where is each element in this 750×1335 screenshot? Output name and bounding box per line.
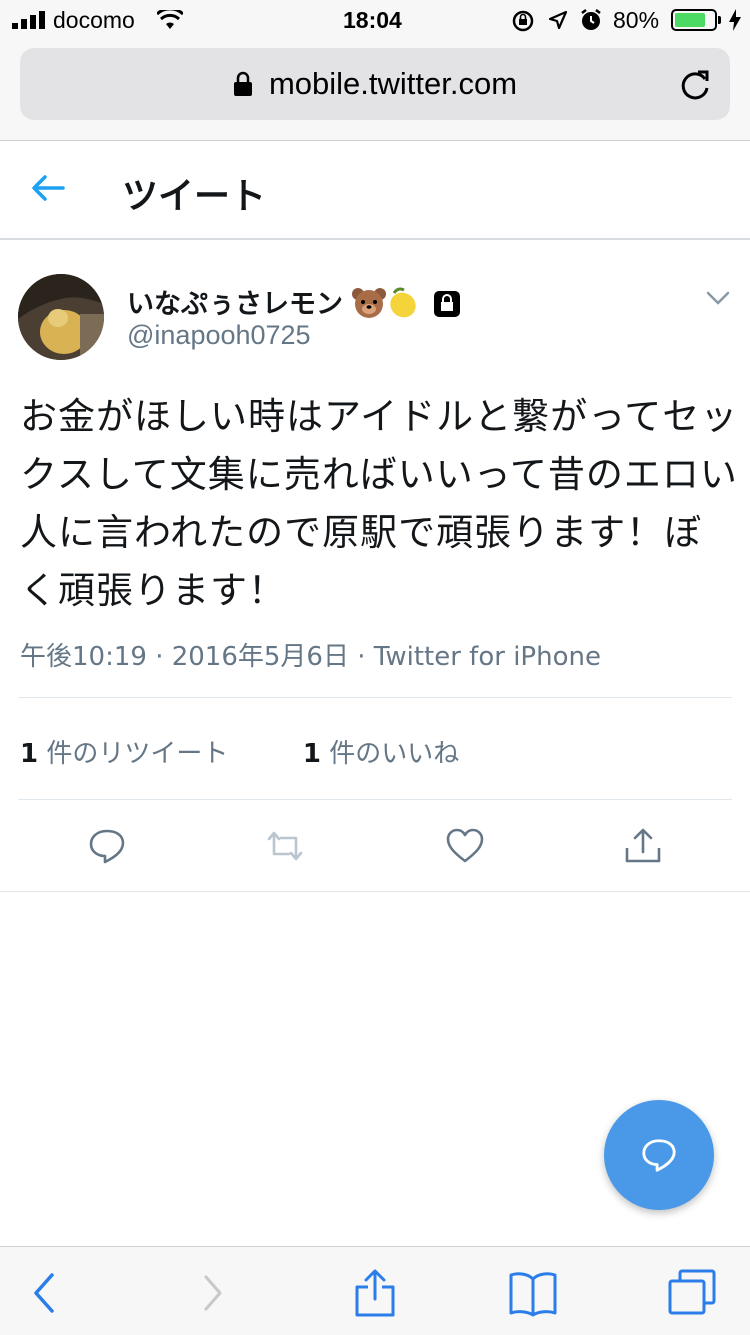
- page-header: ツイート: [0, 141, 750, 240]
- carrier-name: docomo: [53, 7, 135, 33]
- divider: [18, 697, 732, 698]
- like-label: 件のいいね: [320, 739, 460, 769]
- tabs-icon[interactable]: [666, 1269, 718, 1317]
- retweet-count: 1: [20, 739, 39, 769]
- divider: [18, 799, 732, 800]
- wifi-icon: [157, 10, 183, 29]
- avatar-image: [18, 274, 104, 360]
- like-heart-icon[interactable]: [445, 826, 485, 866]
- tweet-author-name[interactable]: いなぷぅさレモン: [127, 282, 462, 321]
- lemon-emoji-icon: [390, 287, 417, 318]
- page-title: ツイート: [122, 176, 267, 217]
- chevron-down-icon[interactable]: [705, 290, 731, 306]
- bear-emoji-icon: [352, 288, 387, 318]
- tweet-stats: 1 件のリツイート 1 件のいいね: [20, 733, 459, 770]
- tweet-timestamp[interactable]: 午後10:19 · 2016年5月6日 · Twitter for iPhone: [20, 636, 601, 673]
- url-text: mobile.twitter.com: [268, 66, 518, 101]
- tweet-text: お金がほしい時はアイドルと繋がってセックスして文集に売ればいいって昔のエロい人に…: [20, 395, 739, 612]
- back-arrow-icon[interactable]: [30, 173, 66, 203]
- charging-icon: [729, 9, 741, 31]
- back-icon[interactable]: [20, 1269, 72, 1317]
- like-stat[interactable]: 1 件のいいね: [303, 739, 459, 769]
- status-bar: docomo 18:04 80%: [0, 0, 750, 40]
- url-field[interactable]: mobile.twitter.com: [20, 66, 730, 102]
- alarm-icon: [581, 9, 601, 30]
- protected-lock-icon: [433, 291, 460, 317]
- bookmarks-icon[interactable]: [507, 1269, 559, 1317]
- compose-reply-button[interactable]: [604, 1100, 714, 1210]
- reply-bubble-icon: [642, 1139, 676, 1172]
- retweet-label: 件のリツイート: [38, 739, 229, 769]
- browser-toolbar: [0, 1246, 750, 1335]
- reload-icon[interactable]: [678, 68, 712, 102]
- retweet-icon[interactable]: [265, 826, 305, 866]
- browser-address-area: mobile.twitter.com: [0, 40, 750, 141]
- battery-cap: [718, 16, 721, 24]
- lock-icon: [233, 71, 252, 96]
- location-icon: [548, 10, 568, 30]
- share-icon[interactable]: [623, 826, 663, 866]
- avatar[interactable]: [18, 274, 104, 360]
- battery-icon: [671, 9, 717, 31]
- like-count: 1: [302, 739, 321, 769]
- battery-percent: 80%: [613, 7, 660, 33]
- clock: 18:04: [343, 7, 402, 33]
- share-sheet-icon[interactable]: [349, 1269, 401, 1317]
- tweet-author-handle[interactable]: @inapooh0725: [127, 320, 311, 351]
- reply-icon[interactable]: [87, 826, 127, 866]
- divider: [0, 891, 750, 892]
- rotation-lock-icon: [512, 10, 534, 32]
- address-bar[interactable]: mobile.twitter.com: [20, 48, 730, 120]
- retweet-stat[interactable]: 1 件のリツイート: [20, 739, 228, 769]
- forward-icon[interactable]: [186, 1269, 238, 1317]
- signal-icon: [12, 11, 45, 29]
- display-name-text: いなぷぅさレモン: [127, 289, 343, 320]
